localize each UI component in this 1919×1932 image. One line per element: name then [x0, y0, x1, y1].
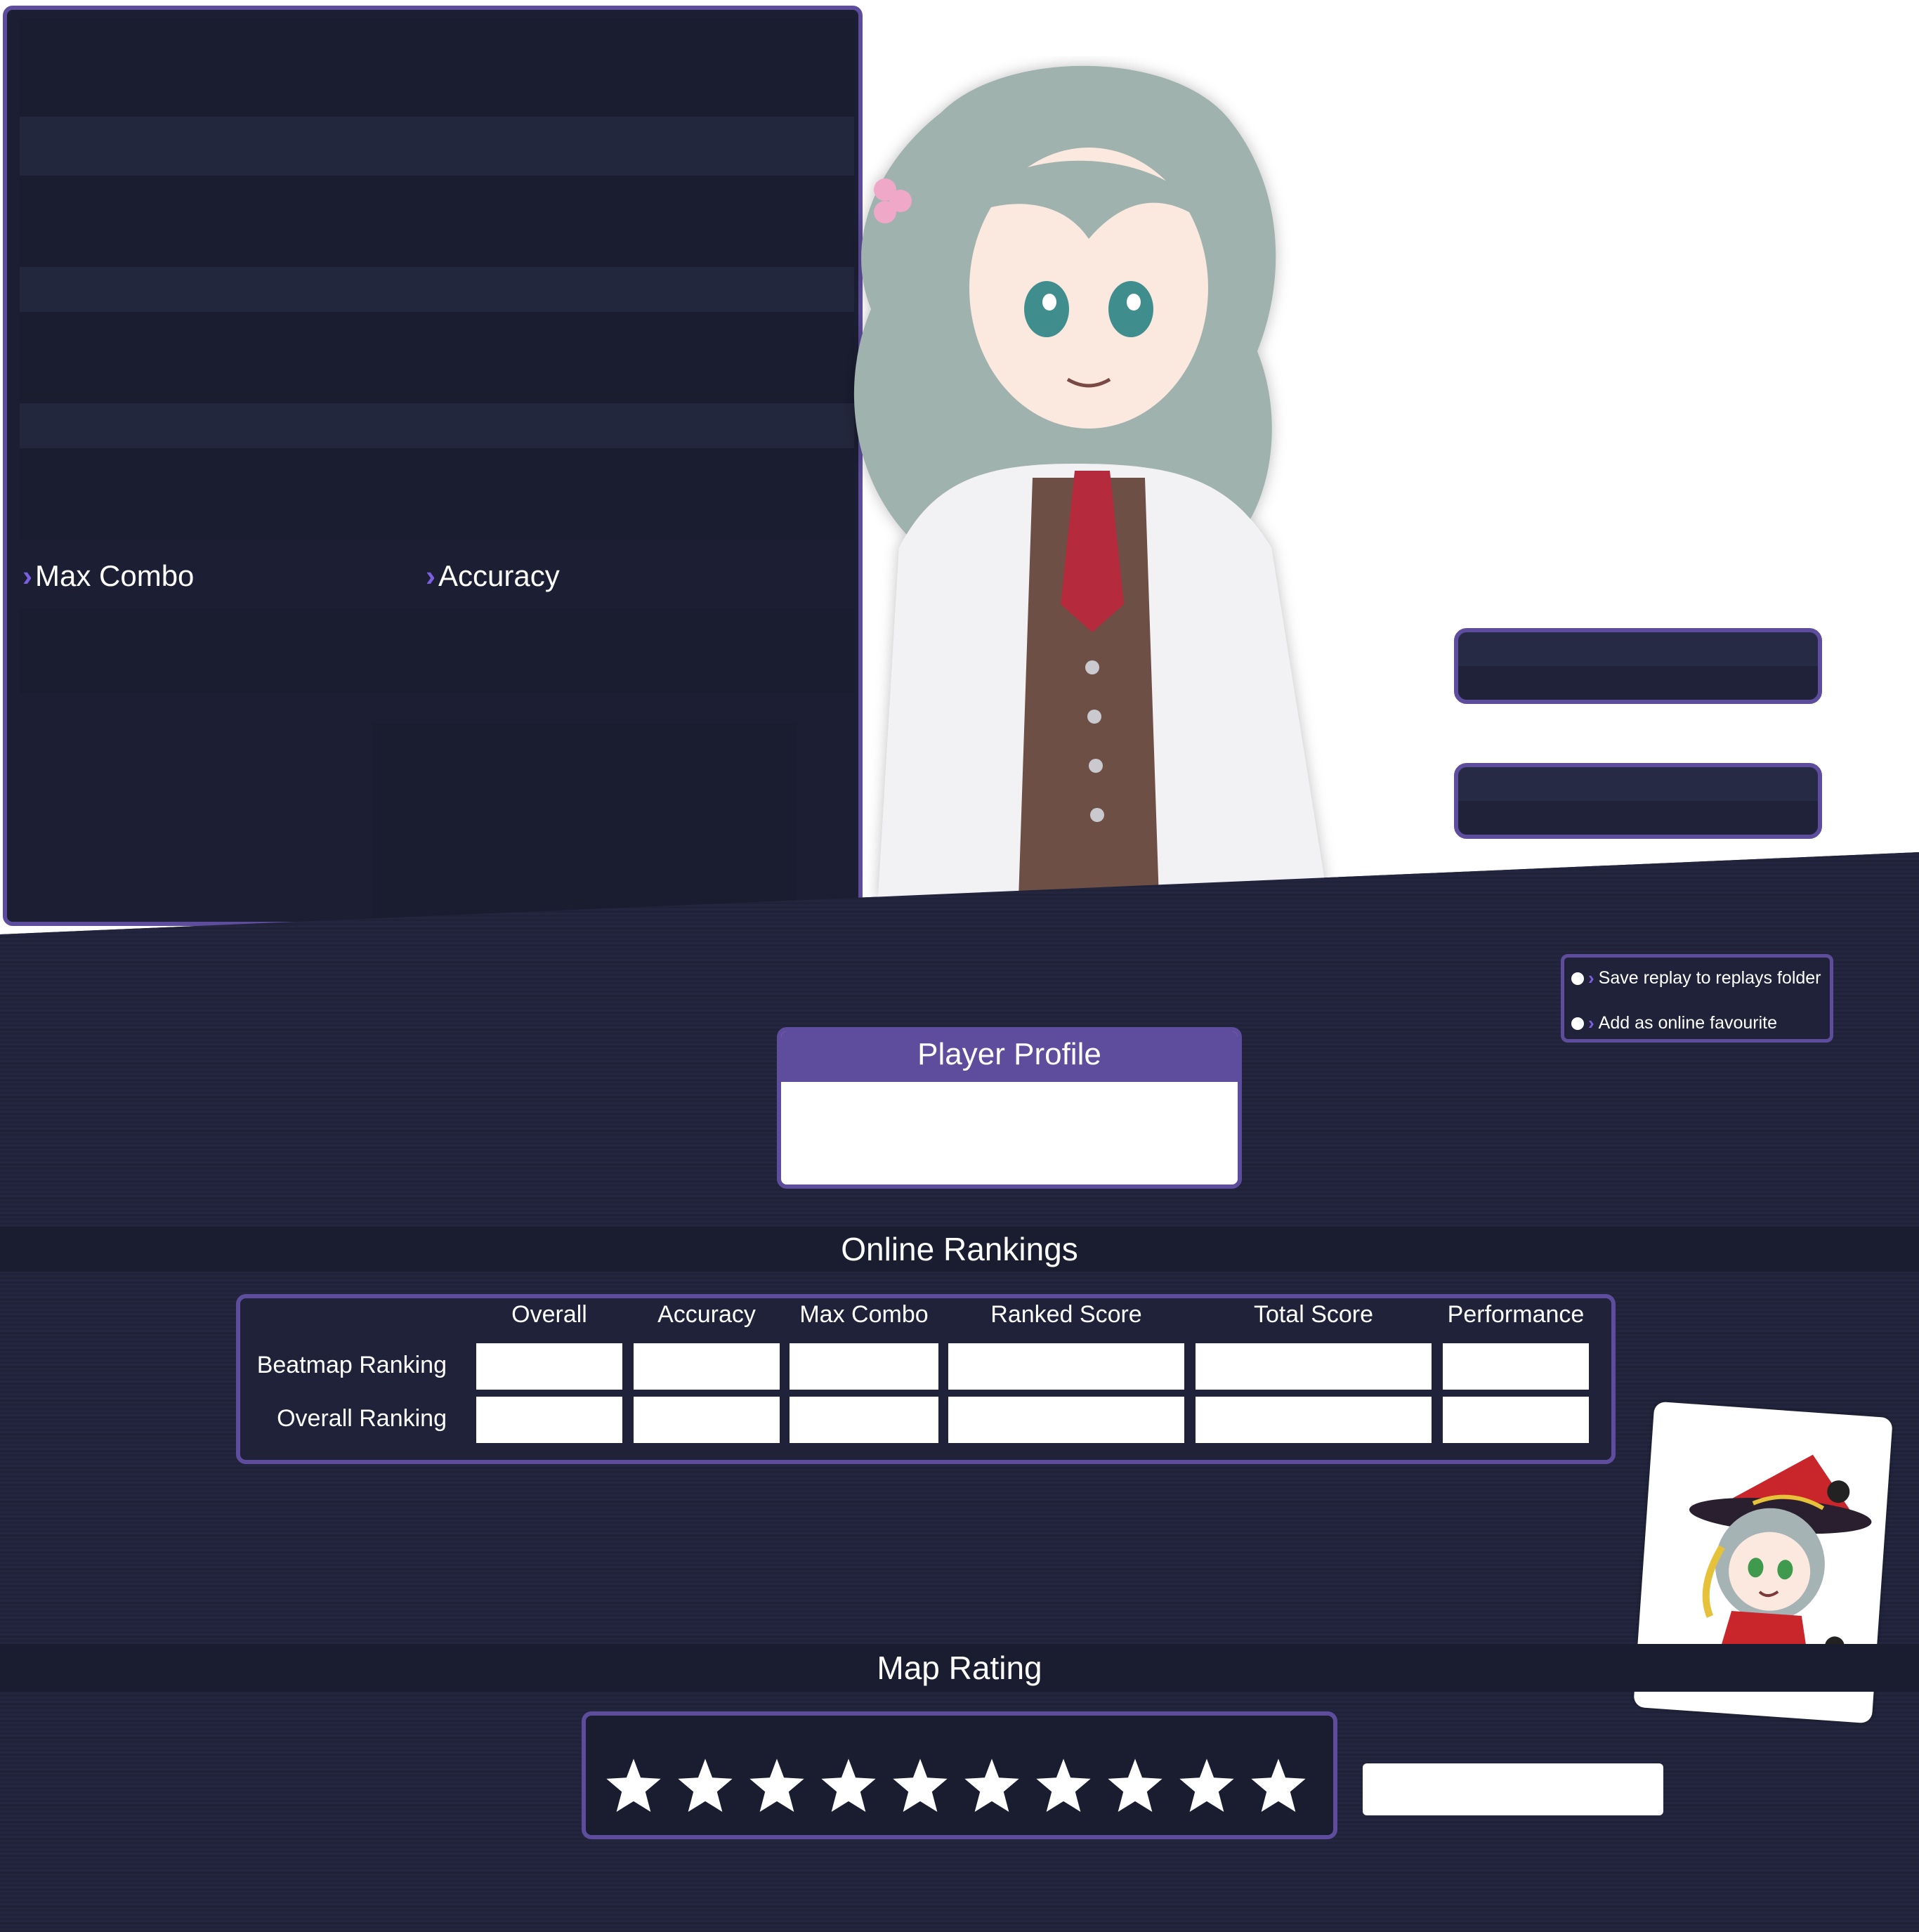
ranking-cell — [1196, 1343, 1432, 1390]
star-icon — [678, 1758, 733, 1812]
rating-title: Map Rating — [877, 1650, 1042, 1686]
ranking-cell — [476, 1343, 622, 1390]
rating-value-field[interactable] — [1363, 1763, 1663, 1815]
row-overall-ranking: Overall Ranking — [277, 1405, 447, 1432]
rating-star-10[interactable] — [1249, 1756, 1308, 1815]
star-icon — [1036, 1758, 1091, 1812]
star-icon — [606, 1758, 661, 1812]
rankings-title: Online Rankings — [841, 1231, 1078, 1267]
ranking-cell — [634, 1343, 780, 1390]
ranking-cell — [948, 1343, 1184, 1390]
col-accuracy: Accuracy — [657, 1301, 756, 1328]
rating-star-8[interactable] — [1106, 1756, 1165, 1815]
star-icon — [749, 1758, 804, 1812]
save-replay-option[interactable]: › Save replay to replays folder — [1571, 967, 1821, 989]
rating-star-3[interactable] — [747, 1756, 806, 1815]
rating-star-6[interactable] — [962, 1756, 1021, 1815]
chevron-right-icon: › — [426, 559, 435, 592]
star-icon — [893, 1758, 948, 1812]
col-performance: Performance — [1447, 1301, 1585, 1328]
star-icon — [964, 1758, 1019, 1812]
star-icon — [1251, 1758, 1306, 1812]
chevron-right-icon: › — [1588, 967, 1594, 988]
replay-options: › Save replay to replays folder › Add as… — [1561, 954, 1833, 1043]
chevron-right-icon: › — [22, 559, 32, 592]
radio-dot-icon[interactable] — [1571, 1017, 1584, 1030]
ranking-cell — [634, 1397, 780, 1443]
col-ranked-score: Ranked Score — [990, 1301, 1142, 1328]
rating-star-5[interactable] — [891, 1756, 950, 1815]
col-max-combo: Max Combo — [799, 1301, 929, 1328]
ranking-cell — [476, 1397, 622, 1443]
rating-star-7[interactable] — [1034, 1756, 1093, 1815]
rating-star-2[interactable] — [676, 1756, 735, 1815]
rating-star-4[interactable] — [819, 1756, 878, 1815]
action-button-2[interactable] — [1454, 763, 1822, 839]
rating-star-9[interactable] — [1177, 1756, 1236, 1815]
stats-panel: › Max Combo › Accuracy — [3, 6, 863, 926]
add-favourite-option[interactable]: › Add as online favourite — [1571, 1012, 1777, 1034]
action-button-1[interactable] — [1454, 628, 1822, 704]
ranking-cell — [948, 1397, 1184, 1443]
ranking-cell — [1196, 1397, 1432, 1443]
col-total-score: Total Score — [1253, 1301, 1374, 1328]
star-icon — [1179, 1758, 1234, 1812]
ranking-cell — [790, 1397, 938, 1443]
ranking-cell — [1443, 1343, 1589, 1390]
star-icon — [821, 1758, 876, 1812]
chevron-right-icon: › — [1588, 1012, 1594, 1033]
row-beatmap-ranking: Beatmap Ranking — [256, 1352, 447, 1378]
character-illustration — [853, 65, 1328, 899]
player-profile: Player Profile — [777, 1027, 1242, 1189]
ranking-cell — [1443, 1397, 1589, 1443]
stats-detail-box — [372, 724, 797, 922]
rating-star-1[interactable] — [604, 1756, 663, 1815]
col-overall: Overall — [511, 1301, 587, 1328]
accuracy-label: › Accuracy — [426, 559, 560, 592]
ranking-cell — [790, 1343, 938, 1390]
max-combo-label: › Max Combo — [22, 559, 195, 592]
radio-dot-icon[interactable] — [1571, 972, 1584, 985]
star-icon — [1108, 1758, 1162, 1812]
player-profile-title: Player Profile — [781, 1031, 1238, 1082]
